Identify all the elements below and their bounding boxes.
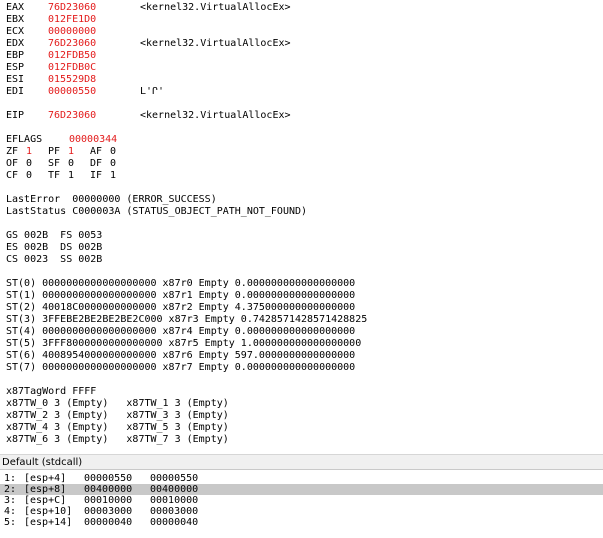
- flag-of[interactable]: OF 0: [6, 158, 48, 170]
- fpu-row[interactable]: ST(0) 0000000000000000000 x87r0 Empty 0.…: [6, 278, 355, 290]
- x87-tw-row[interactable]: x87TW_6 3 (Empty) x87TW_7 3 (Empty): [6, 434, 229, 446]
- stack-arguments-panel[interactable]: 1: [esp+4] 00000550 00000550 2: [esp+8] 00400…: [0, 471, 603, 538]
- eflags-row[interactable]: EFLAGS 00000344: [6, 134, 117, 146]
- register-value[interactable]: 012FDB0C: [48, 62, 140, 74]
- eflags-name: EFLAGS: [6, 134, 43, 145]
- stack-value: 00000040: [84, 517, 133, 528]
- segment-row[interactable]: CS 0023 SS 002B: [6, 254, 102, 266]
- fpu-row[interactable]: ST(6) 4008954000000000000 x87r6 Empty 59…: [6, 350, 355, 362]
- register-value[interactable]: 00000550: [48, 86, 140, 98]
- stack-value-2: 00000550: [150, 473, 199, 484]
- stack-value-2: 00000040: [150, 517, 199, 528]
- flag-tf[interactable]: TF 1: [48, 170, 90, 182]
- stack-index: 3:: [4, 495, 17, 506]
- fpu-row[interactable]: ST(4) 0000000000000000000 x87r4 Empty 0.…: [6, 326, 355, 338]
- x87-tw-row[interactable]: x87TW_2 3 (Empty) x87TW_3 3 (Empty): [6, 410, 229, 422]
- stack-index: 2:: [4, 484, 17, 495]
- register-comment: L'Ր': [140, 86, 165, 97]
- register-name: EDX: [6, 38, 25, 49]
- flags-row: ZF 1 PF 1 AF 0: [6, 146, 132, 158]
- flag-zf[interactable]: ZF 1: [6, 146, 48, 158]
- register-row-esp[interactable]: ESP 012FDB0C: [6, 62, 140, 74]
- register-name: ECX: [6, 26, 25, 37]
- segment-row[interactable]: GS 002B FS 0053: [6, 230, 102, 242]
- register-value[interactable]: 76D23060: [48, 38, 140, 50]
- register-row-esi[interactable]: ESI 015529D8: [6, 74, 140, 86]
- register-row-ecx[interactable]: ECX 00000000: [6, 26, 140, 38]
- register-value[interactable]: 76D23060: [48, 110, 140, 122]
- registers-panel[interactable]: EAX 76D23060 <kernel32.VirtualAllocEx> EBX…: [0, 0, 603, 454]
- stack-address: [esp+4]: [24, 473, 67, 484]
- calling-convention-dropdown[interactable]: Default (stdcall): [0, 455, 603, 470]
- fpu-row[interactable]: ST(5) 3FFF8000000000000000 x87r5 Empty 1…: [6, 338, 361, 350]
- register-comment: <kernel32.VirtualAllocEx>: [140, 110, 291, 121]
- stack-index: 5:: [4, 517, 17, 528]
- stack-address: [esp+10]: [24, 506, 73, 517]
- register-value[interactable]: 00000000: [48, 26, 140, 38]
- stack-value-2: 00010000: [150, 495, 199, 506]
- stack-address: [esp+14]: [24, 517, 73, 528]
- register-comment: <kernel32.VirtualAllocEx>: [140, 2, 291, 13]
- register-value[interactable]: 76D23060: [48, 2, 140, 14]
- register-name: ESI: [6, 74, 25, 85]
- stack-row[interactable]: 4: [esp+10] 00003000 00003000: [0, 506, 603, 517]
- fpu-row[interactable]: ST(1) 0000000000000000000 x87r1 Empty 0.…: [6, 290, 355, 302]
- fpu-row[interactable]: ST(2) 40018C0000000000000 x87r2 Empty 4.…: [6, 302, 355, 314]
- eflags-value[interactable]: 00000344: [69, 134, 117, 145]
- stack-address: [esp+C]: [24, 495, 67, 506]
- stack-row[interactable]: 1: [esp+4] 00000550 00000550: [0, 473, 603, 484]
- register-name: EAX: [6, 2, 25, 13]
- register-row-ebx[interactable]: EBX 012FE1D0: [6, 14, 140, 26]
- register-row-edi[interactable]: EDI 00000550 L'Ր': [6, 86, 164, 98]
- register-value[interactable]: 012FE1D0: [48, 14, 140, 26]
- fpu-row[interactable]: ST(7) 0000000000000000000 x87r7 Empty 0.…: [6, 362, 355, 374]
- stack-row[interactable]: 3: [esp+C] 00010000 00010000: [0, 495, 603, 506]
- stack-index: 4:: [4, 506, 17, 517]
- stack-value-2: 00003000: [150, 506, 199, 517]
- stack-value-2: 00400000: [150, 484, 199, 495]
- x87-tw-row[interactable]: x87TW_0 3 (Empty) x87TW_1 3 (Empty): [6, 398, 229, 410]
- register-row-eip[interactable]: EIP 76D23060 <kernel32.VirtualAllocEx>: [6, 110, 291, 122]
- stack-value: 00010000: [84, 495, 133, 506]
- flag-if[interactable]: IF 1: [90, 170, 132, 182]
- last-status[interactable]: LastStatus C000003A (STATUS_OBJECT_PATH_…: [6, 206, 307, 218]
- stack-address: [esp+8]: [24, 484, 67, 495]
- x87-tw-row[interactable]: x87TW_4 3 (Empty) x87TW_5 3 (Empty): [6, 422, 229, 434]
- fpu-row[interactable]: ST(3) 3FFEBE2BE2BE2BE2C000 x87r3 Empty 0…: [6, 314, 367, 326]
- stack-value: 00400000: [84, 484, 133, 495]
- flag-cf[interactable]: CF 0: [6, 170, 48, 182]
- register-value[interactable]: 015529D8: [48, 74, 140, 86]
- stack-value: 00003000: [84, 506, 133, 517]
- stack-index: 1:: [4, 473, 17, 484]
- register-row-ebp[interactable]: EBP 012FDB50: [6, 50, 140, 62]
- segment-row[interactable]: ES 002B DS 002B: [6, 242, 102, 254]
- flag-pf[interactable]: PF 1: [48, 146, 90, 158]
- register-name: EBX: [6, 14, 25, 25]
- last-error[interactable]: LastError 00000000 (ERROR_SUCCESS): [6, 194, 217, 206]
- flags-row: OF 0 SF 0 DF 0: [6, 158, 132, 170]
- register-name: EIP: [6, 110, 25, 121]
- stack-row[interactable]: 5: [esp+14] 00000040 00000040: [0, 517, 603, 528]
- register-value[interactable]: 012FDB50: [48, 50, 140, 62]
- stack-row-selected[interactable]: 2: [esp+8] 00400000 00400000: [0, 484, 603, 495]
- stack-value: 00000550: [84, 473, 133, 484]
- register-name: EBP: [6, 50, 25, 61]
- flags-row: CF 0 TF 1 IF 1: [6, 170, 132, 182]
- register-name: ESP: [6, 62, 25, 73]
- flag-sf[interactable]: SF 0: [48, 158, 90, 170]
- register-row-eax[interactable]: EAX 76D23060 <kernel32.VirtualAllocEx>: [6, 2, 291, 14]
- x87-tagword[interactable]: x87TagWord FFFF: [6, 386, 96, 398]
- register-comment: <kernel32.VirtualAllocEx>: [140, 38, 291, 49]
- register-row-edx[interactable]: EDX 76D23060 <kernel32.VirtualAllocEx>: [6, 38, 291, 50]
- flag-df[interactable]: DF 0: [90, 158, 132, 170]
- register-name: EDI: [6, 86, 25, 97]
- flag-af[interactable]: AF 0: [90, 146, 132, 158]
